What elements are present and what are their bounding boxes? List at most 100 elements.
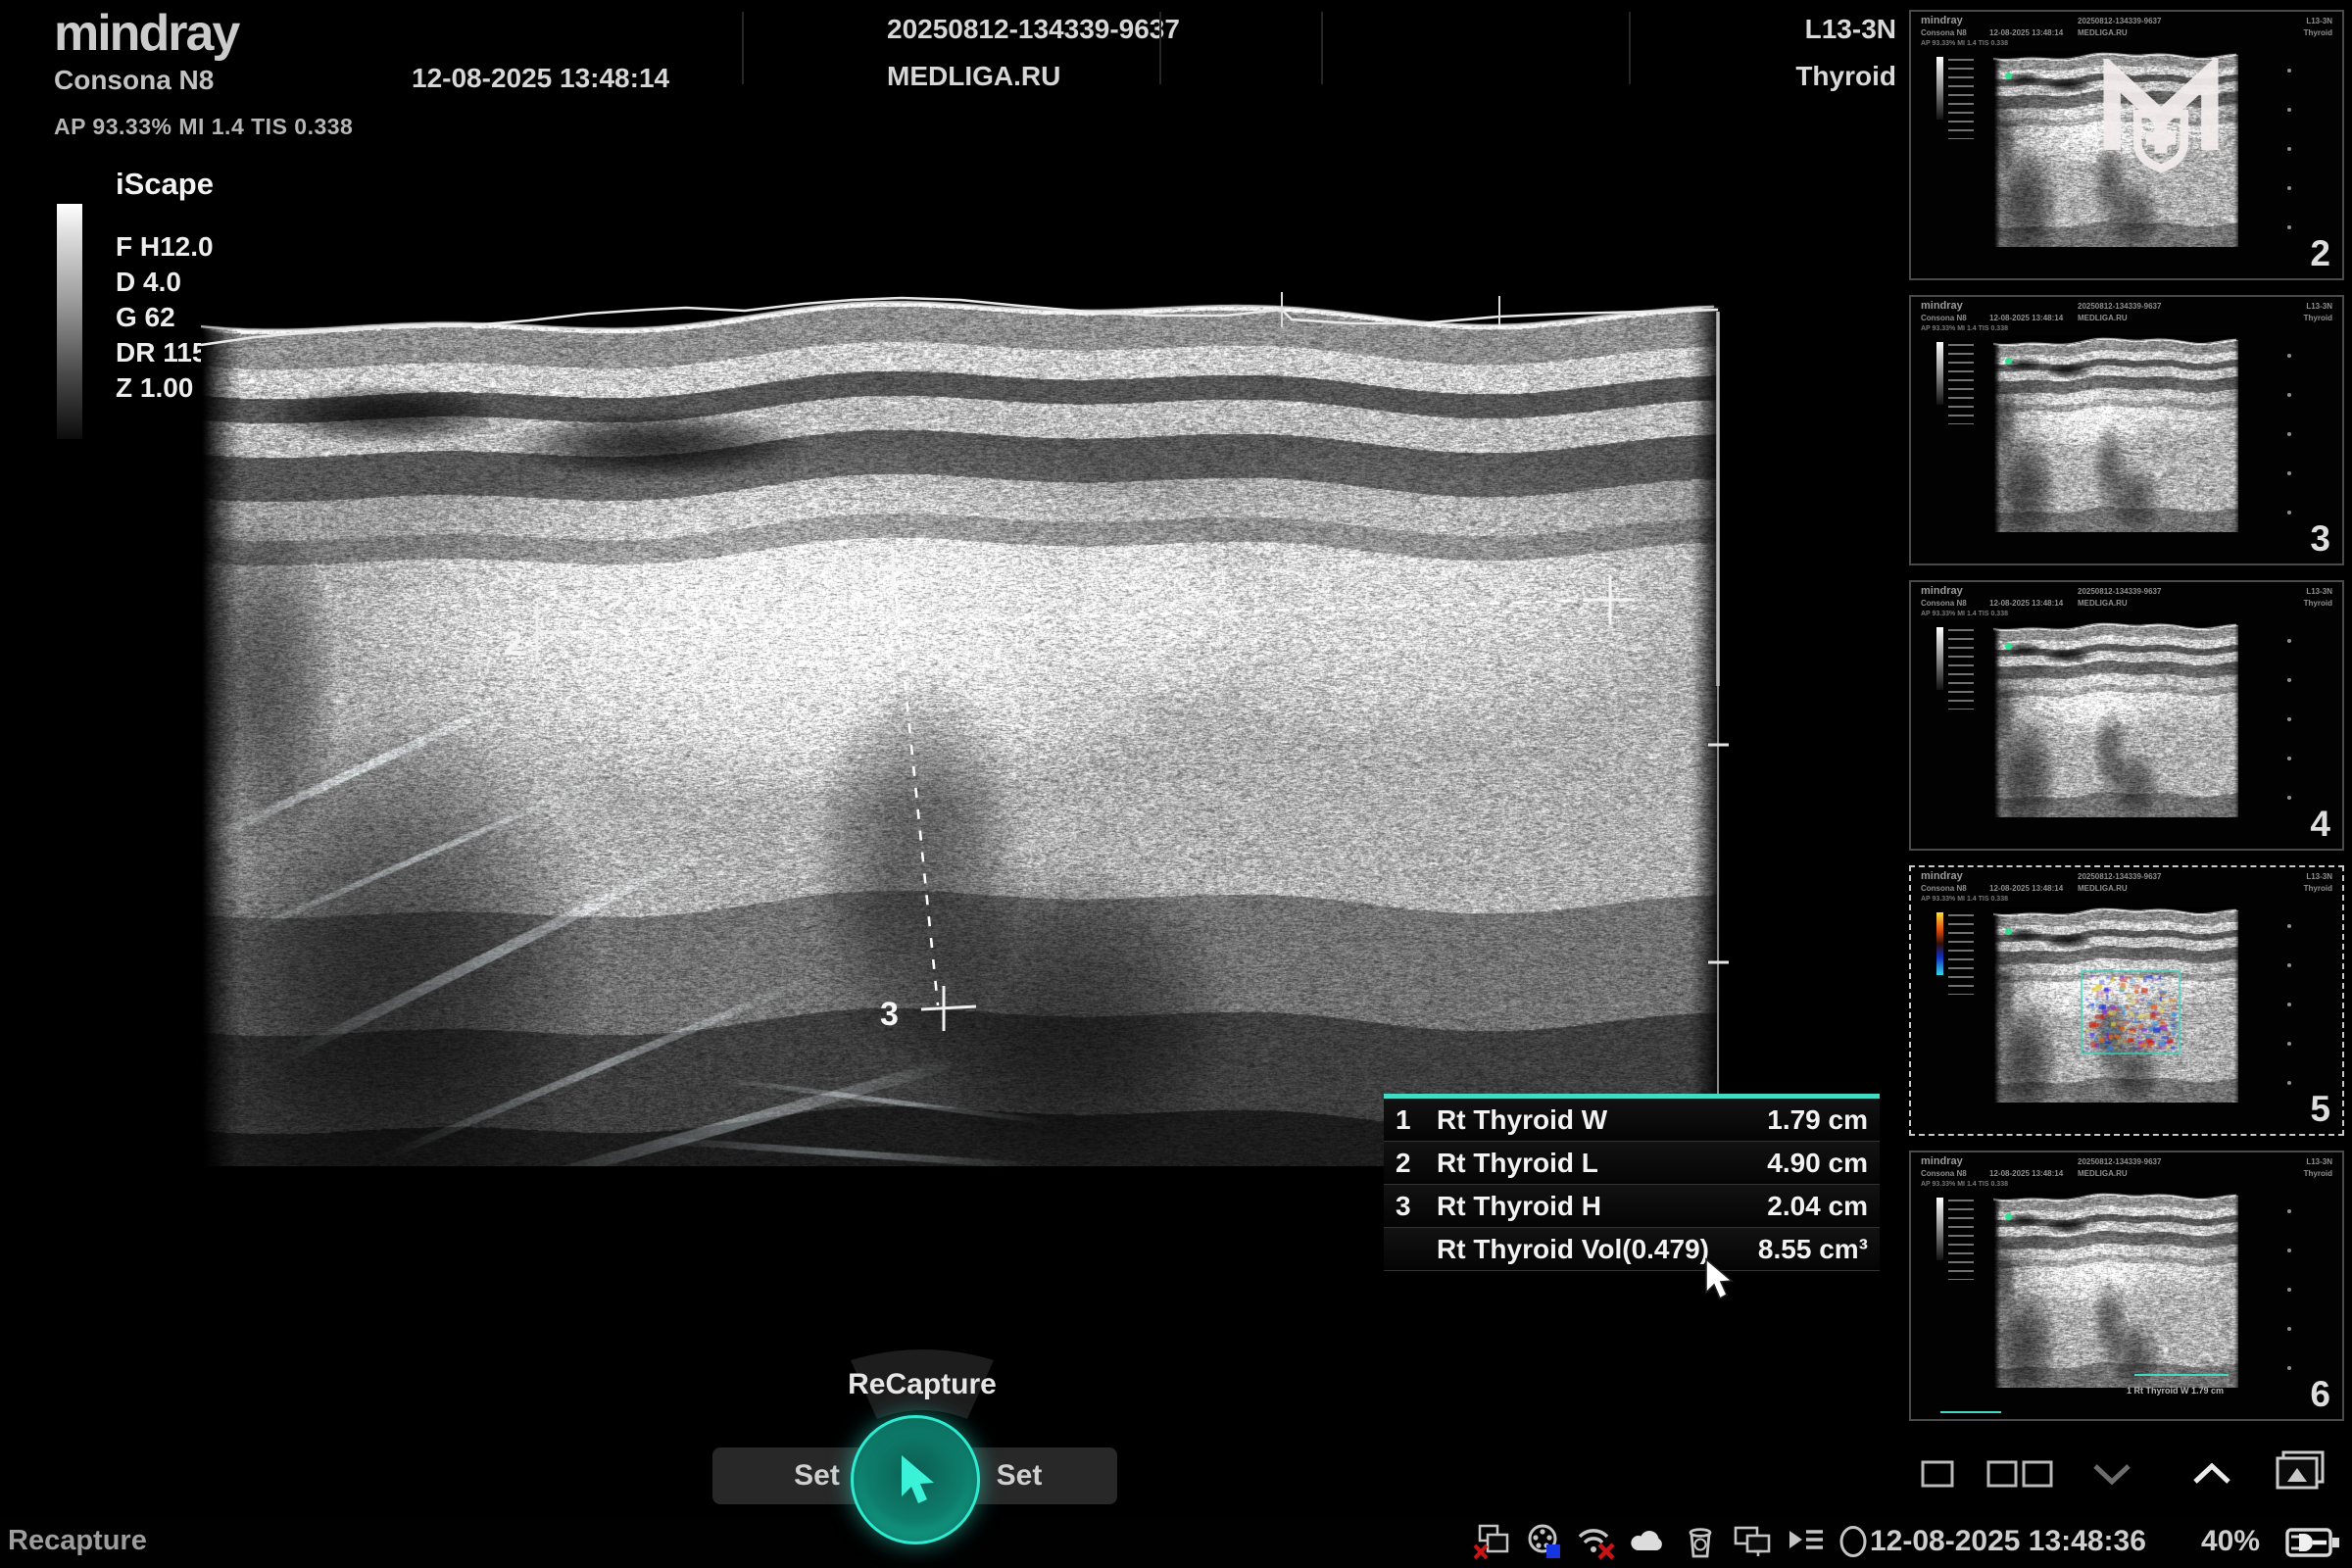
single-layout-button[interactable] bbox=[1919, 1458, 1958, 1490]
ultrasound-image[interactable] bbox=[201, 292, 1720, 1166]
clip-thumbnail[interactable]: mindray Consona N8 12-08-2025 13:48:14 2… bbox=[1909, 865, 2344, 1136]
clip-thumbnail[interactable]: mindray Consona N8 12-08-2025 13:48:14 2… bbox=[1909, 1151, 2344, 1421]
thumb-datetime-text: 12-08-2025 13:48:14 bbox=[1989, 28, 2063, 37]
thumb-datetime-text: 12-08-2025 13:48:14 bbox=[1989, 884, 2063, 893]
imaging-parameter: Z 1.00 bbox=[116, 370, 214, 406]
thumb-parameter-text bbox=[1948, 59, 1974, 139]
thumb-footer-line bbox=[1940, 1411, 2001, 1413]
dual-layout-button[interactable] bbox=[1985, 1458, 2056, 1490]
trackball-pointer-button[interactable] bbox=[851, 1415, 980, 1544]
thumb-facility-text: MEDLIGA.RU bbox=[2078, 599, 2128, 608]
thumb-preset-text: Thyroid bbox=[2304, 28, 2332, 37]
thumb-number: 3 bbox=[2310, 518, 2330, 560]
ultrasound-screen: mindray Consona N8 12-08-2025 13:48:14 2… bbox=[0, 0, 2352, 1568]
measurement-index: 2 bbox=[1384, 1148, 1437, 1179]
thumb-examid-text: 20250812-134339-9637 bbox=[2078, 17, 2161, 25]
exam-preset: Thyroid bbox=[1666, 61, 1896, 92]
thumb-depth-tick bbox=[2287, 678, 2291, 682]
exam-id: 20250812-134339-9637 bbox=[887, 14, 1180, 45]
imaging-mode-label: iScape bbox=[116, 167, 214, 202]
thumb-focus-dot bbox=[2005, 928, 2012, 935]
thumb-depth-tick bbox=[2287, 393, 2291, 397]
mouse-cursor bbox=[1702, 1257, 1736, 1302]
imaging-parameter: G 62 bbox=[116, 300, 214, 335]
thumb-probe-text: L13-3N bbox=[2306, 872, 2332, 881]
thumb-examid-text: 20250812-134339-9637 bbox=[2078, 1157, 2161, 1166]
scroll-down-button[interactable] bbox=[2091, 1462, 2132, 1488]
measurement-value: 1.79 cm bbox=[1713, 1104, 1880, 1136]
probe-name: L13-3N bbox=[1666, 14, 1896, 45]
thumb-preset-text: Thyroid bbox=[2304, 1169, 2332, 1178]
thumb-parameter-text bbox=[1948, 914, 1974, 995]
grayscale-map-bar bbox=[57, 204, 82, 439]
thumb-facility-text: MEDLIGA.RU bbox=[2078, 28, 2128, 37]
thumb-facility-text: MEDLIGA.RU bbox=[2078, 884, 2128, 893]
measurement-value: 8.55 cm³ bbox=[1713, 1234, 1880, 1265]
acoustic-output-info: AP 93.33% MI 1.4 TIS 0.338 bbox=[54, 114, 353, 140]
thumb-acoustic-text: AP 93.33% MI 1.4 TIS 0.338 bbox=[1921, 611, 2008, 617]
thumb-examid-text: 20250812-134339-9637 bbox=[2078, 872, 2161, 881]
thumb-datetime-text: 12-08-2025 13:48:14 bbox=[1989, 599, 2063, 608]
imaging-parameters: F H12.0D 4.0G 62DR 115Z 1.00 bbox=[116, 229, 214, 406]
thumb-brand-text: mindray bbox=[1921, 585, 1963, 597]
thumb-acoustic-text: AP 93.33% MI 1.4 TIS 0.338 bbox=[1921, 1181, 2008, 1188]
thumb-depth-tick bbox=[2287, 1042, 2291, 1046]
thumb-depth-tick bbox=[2287, 1003, 2291, 1006]
thumb-datetime-text: 12-08-2025 13:48:14 bbox=[1989, 1169, 2063, 1178]
thumb-depth-tick bbox=[2287, 69, 2291, 73]
measurement-name: Rt Thyroid Vol(0.479) bbox=[1437, 1234, 1713, 1265]
thumb-depth-tick bbox=[2287, 1249, 2291, 1252]
pointer-arrow-icon bbox=[888, 1449, 943, 1510]
battery-percentage: 40% bbox=[2201, 1525, 2260, 1558]
thumb-probe-text: L13-3N bbox=[2306, 302, 2332, 311]
thumb-model-text: Consona N8 bbox=[1921, 884, 1967, 893]
thumb-brand-text: mindray bbox=[1921, 870, 1963, 882]
thumb-depth-tick bbox=[2287, 186, 2291, 190]
header-divider bbox=[1629, 12, 1631, 84]
recapture-button[interactable]: ReCapture bbox=[838, 1368, 1006, 1401]
thumb-ultrasound-image bbox=[1993, 336, 2238, 532]
thumb-ultrasound-image bbox=[1993, 621, 2238, 817]
clip-thumbnail-rail: mindray Consona N8 12-08-2025 13:48:14 2… bbox=[1909, 10, 2344, 1436]
measurement-value: 4.90 cm bbox=[1713, 1148, 1880, 1179]
imaging-parameter: F H12.0 bbox=[116, 229, 214, 265]
header-divider bbox=[1159, 12, 1161, 84]
thumb-model-text: Consona N8 bbox=[1921, 28, 1967, 37]
thumb-datetime-text: 12-08-2025 13:48:14 bbox=[1989, 314, 2063, 322]
cloud-icon bbox=[1629, 1523, 1672, 1562]
thumb-model-text: Consona N8 bbox=[1921, 599, 1967, 608]
thumb-graymap-bar bbox=[1936, 912, 1943, 975]
statusbar-datetime: 12-08-2025 13:48:36 bbox=[1870, 1525, 2146, 1558]
dual-display-icon bbox=[1733, 1523, 1778, 1562]
thumb-number: 2 bbox=[2310, 233, 2330, 274]
thumb-graymap-bar bbox=[1936, 1198, 1943, 1260]
thumbnail-browser-button[interactable] bbox=[2272, 1448, 2332, 1495]
clip-thumbnail[interactable]: mindray Consona N8 12-08-2025 13:48:14 2… bbox=[1909, 295, 2344, 565]
machine-model: Consona N8 bbox=[54, 65, 214, 96]
thumb-acoustic-text: AP 93.33% MI 1.4 TIS 0.338 bbox=[1921, 40, 2008, 47]
clip-thumbnail[interactable]: mindray Consona N8 12-08-2025 13:48:14 2… bbox=[1909, 580, 2344, 851]
thumb-depth-tick bbox=[2287, 108, 2291, 112]
measurement-row: Rt Thyroid Vol(0.479)8.55 cm³ bbox=[1384, 1228, 1880, 1271]
thumb-depth-tick bbox=[2287, 796, 2291, 800]
thumb-measure-caption: 1 Rt Thyroid W 1.79 cm bbox=[2127, 1386, 2224, 1396]
thumb-acoustic-text: AP 93.33% MI 1.4 TIS 0.338 bbox=[1921, 325, 2008, 332]
thumb-depth-tick bbox=[2287, 1288, 2291, 1292]
circle-marker-icon bbox=[1837, 1523, 1874, 1562]
thumb-focus-dot bbox=[2005, 73, 2012, 79]
brand-logo: mindray bbox=[54, 4, 238, 63]
thumb-probe-text: L13-3N bbox=[2306, 17, 2332, 25]
thumb-measure-line bbox=[2134, 1374, 2229, 1376]
scroll-up-button[interactable] bbox=[2191, 1460, 2232, 1486]
thumb-depth-tick bbox=[2287, 147, 2291, 151]
thumb-focus-dot bbox=[2005, 643, 2012, 650]
thumb-depth-tick bbox=[2287, 639, 2291, 643]
thumb-graymap-bar bbox=[1936, 57, 1943, 120]
cine-record-icon bbox=[1525, 1523, 1566, 1562]
thumb-focus-dot bbox=[2005, 1213, 2012, 1220]
measurement-name: Rt Thyroid H bbox=[1437, 1191, 1713, 1222]
clip-thumbnail[interactable]: mindray Consona N8 12-08-2025 13:48:14 2… bbox=[1909, 10, 2344, 280]
thumb-depth-tick bbox=[2287, 757, 2291, 760]
thumb-facility-text: MEDLIGA.RU bbox=[2078, 1169, 2128, 1178]
thumb-preset-text: Thyroid bbox=[2304, 884, 2332, 893]
